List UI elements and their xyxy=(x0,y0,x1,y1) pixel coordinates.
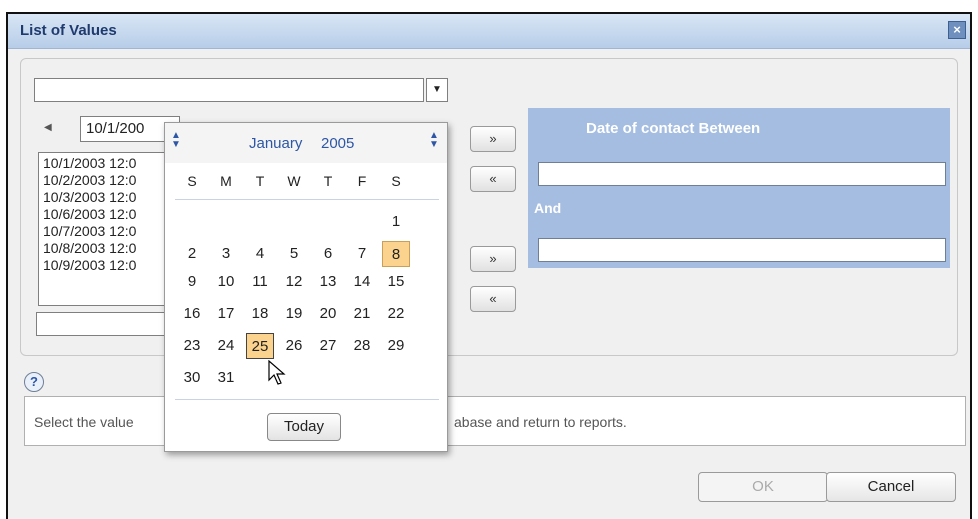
calendar-day[interactable]: 26 xyxy=(280,333,308,359)
calendar-day[interactable]: 27 xyxy=(314,333,342,359)
calendar-day[interactable]: 9 xyxy=(178,269,206,295)
add-from-button[interactable]: » xyxy=(470,126,516,152)
dialog-title: List of Values xyxy=(20,22,117,39)
calendar-day[interactable]: 16 xyxy=(178,301,206,327)
and-label: And xyxy=(534,200,562,216)
calendar-day[interactable]: 23 xyxy=(178,333,206,359)
add-to-button[interactable]: » xyxy=(470,246,516,272)
values-listbox[interactable]: 10/1/2003 12:0 10/2/2003 12:0 10/3/2003 … xyxy=(38,152,178,306)
calendar-day[interactable]: 10 xyxy=(212,269,240,295)
calendar-day[interactable]: 3 xyxy=(212,241,240,267)
calendar-day[interactable]: 7 xyxy=(348,241,376,267)
weekday-label: W xyxy=(287,173,301,189)
calendar-day[interactable]: 1 xyxy=(382,209,410,235)
description-text-right: abase and return to reports. xyxy=(454,414,627,430)
calendar-day[interactable]: 20 xyxy=(314,301,342,327)
calendar-day[interactable]: 18 xyxy=(246,301,274,327)
list-item[interactable]: 10/7/2003 12:0 xyxy=(43,223,173,240)
calendar-day[interactable]: 14 xyxy=(348,269,376,295)
scroll-left-icon[interactable]: ◀ xyxy=(44,122,52,133)
weekday-label: M xyxy=(220,173,232,189)
weekday-label: S xyxy=(391,173,401,189)
value-combo-input[interactable] xyxy=(34,78,424,102)
calendar-day[interactable]: 4 xyxy=(246,241,274,267)
close-icon[interactable]: × xyxy=(948,21,966,39)
calendar-divider xyxy=(175,399,439,400)
calendar-day[interactable]: 28 xyxy=(348,333,376,359)
calendar-day[interactable]: 6 xyxy=(314,241,342,267)
calendar-day[interactable]: 30 xyxy=(178,365,206,391)
calendar-day[interactable]: 12 xyxy=(280,269,308,295)
calendar-year[interactable]: 2005 xyxy=(321,135,354,152)
today-button[interactable]: Today xyxy=(267,413,341,441)
calendar-day[interactable]: 31 xyxy=(212,365,240,391)
help-icon[interactable]: ? xyxy=(24,372,44,392)
calendar-month[interactable]: January xyxy=(249,135,302,152)
calendar-day[interactable]: 8 xyxy=(382,241,410,267)
calendar-header xyxy=(165,123,447,163)
calendar-day[interactable]: 24 xyxy=(212,333,240,359)
calendar-day[interactable]: 11 xyxy=(246,269,274,295)
search-input[interactable] xyxy=(36,312,176,336)
date-range-title: Date of contact Between xyxy=(586,120,761,137)
date-from-field[interactable] xyxy=(538,162,946,186)
weekday-label: S xyxy=(187,173,197,189)
ok-button[interactable]: OK xyxy=(698,472,828,502)
calendar-day[interactable]: 21 xyxy=(348,301,376,327)
title-bar: List of Values × xyxy=(8,14,970,49)
remove-from-button[interactable]: « xyxy=(470,166,516,192)
calendar-day[interactable]: 13 xyxy=(314,269,342,295)
calendar-day[interactable]: 15 xyxy=(382,269,410,295)
list-item[interactable]: 10/3/2003 12:0 xyxy=(43,189,173,206)
calendar-day[interactable]: 2 xyxy=(178,241,206,267)
calendar-popup: ▲ ▼ January 2005 ▲ ▼ SMTWTFS 1 2 3 4 5 6 7 8 9 10 11… xyxy=(164,122,448,452)
list-item[interactable]: 10/9/2003 12:0 xyxy=(43,257,173,274)
weekday-label: F xyxy=(357,173,367,189)
chevron-down-icon[interactable]: ▼ xyxy=(426,78,448,102)
calendar-day[interactable]: 19 xyxy=(280,301,308,327)
calendar-day[interactable]: 29 xyxy=(382,333,410,359)
calendar-day[interactable]: 25 xyxy=(246,333,274,359)
year-spinner-icon[interactable]: ▲ ▼ xyxy=(429,131,439,150)
cancel-button[interactable]: Cancel xyxy=(826,472,956,502)
weekday-label: T xyxy=(255,173,265,189)
calendar-day[interactable]: 5 xyxy=(280,241,308,267)
list-item[interactable]: 10/2/2003 12:0 xyxy=(43,172,173,189)
mouse-pointer-icon xyxy=(268,360,286,385)
calendar-day[interactable]: 22 xyxy=(382,301,410,327)
list-item[interactable]: 10/1/2003 12:0 xyxy=(43,155,173,172)
date-to-field[interactable] xyxy=(538,238,946,262)
calendar-divider xyxy=(175,199,439,200)
weekday-label: T xyxy=(323,173,333,189)
calendar-day[interactable]: 17 xyxy=(212,301,240,327)
list-item[interactable]: 10/6/2003 12:0 xyxy=(43,206,173,223)
description-text-left: Select the value xyxy=(34,414,134,430)
remove-to-button[interactable]: « xyxy=(470,286,516,312)
month-spinner-icon[interactable]: ▲ ▼ xyxy=(171,131,181,150)
list-item[interactable]: 10/8/2003 12:0 xyxy=(43,240,173,257)
